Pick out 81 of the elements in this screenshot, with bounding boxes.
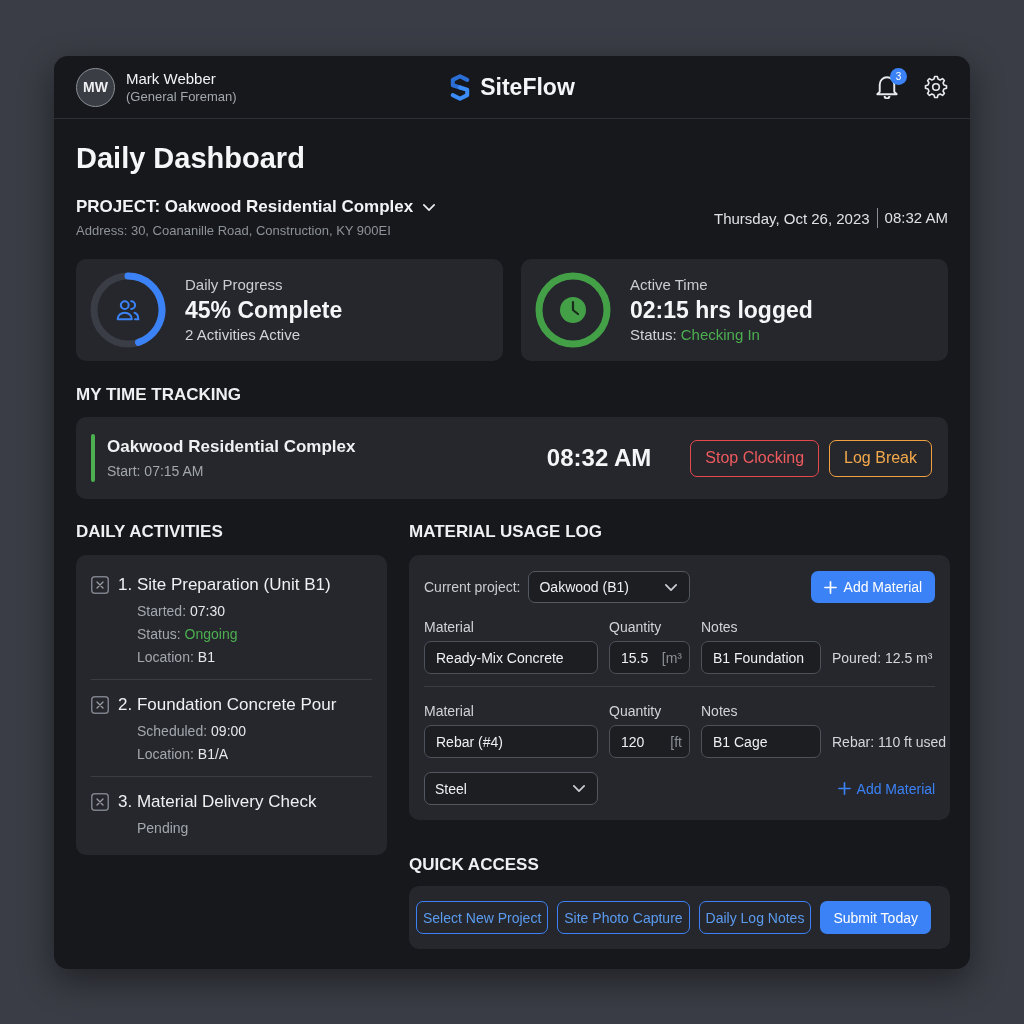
quick-access-button[interactable]: Select New Project <box>416 901 549 934</box>
notes-field[interactable]: B1 Foundation <box>701 641 821 674</box>
add-material-button[interactable]: Add Material <box>810 571 936 603</box>
page-title: Daily Dashboard <box>76 141 306 176</box>
quick-access-button[interactable]: Site Photo Capture <box>557 901 690 934</box>
unit-label: [ft <box>670 733 682 750</box>
quick-access-button[interactable]: Submit Today <box>820 901 931 934</box>
detail-label: Status: <box>137 626 181 642</box>
section-title: MY TIME TRACKING <box>76 384 242 406</box>
settings-icon[interactable] <box>924 75 948 99</box>
quantity-value: 120 <box>621 733 645 750</box>
stat-label: Active Time <box>630 275 709 295</box>
action-button[interactable]: Stop Clocking <box>690 439 820 477</box>
detail-value: 07:30 <box>190 603 226 619</box>
x-box-icon[interactable] <box>91 576 109 594</box>
category-select[interactable]: Steel <box>424 772 598 805</box>
quantity-field[interactable]: 15.5 [m³ <box>609 641 690 674</box>
unit-label: [m³ <box>661 649 682 666</box>
chevron-down-icon <box>665 583 678 591</box>
notification-badge: 3 <box>890 67 907 85</box>
quantity-value: 15.5 <box>621 649 649 666</box>
detail-value: B1 <box>197 649 215 665</box>
user-name: Mark Webber <box>126 69 217 88</box>
clock-time: 08:32 AM <box>546 444 652 472</box>
people-icon <box>115 298 141 322</box>
activity-title: 3. Material Delivery Check <box>118 791 317 813</box>
clock-ring-icon <box>535 272 611 348</box>
status-label: Status: <box>630 326 677 343</box>
plus-icon <box>823 580 837 594</box>
section-title: QUICK ACCESS <box>409 854 540 876</box>
column-label: Notes <box>701 618 739 636</box>
current-date: Thursday, Oct 26, 2023 <box>713 209 870 227</box>
stat-detail: 2 Activities Active <box>185 325 302 345</box>
stat-label: Daily Progress <box>185 275 284 295</box>
detail-value: Ongoing <box>184 626 238 642</box>
material-field[interactable]: Rebar (#4) <box>424 725 598 758</box>
status-value: Checking In <box>680 326 760 343</box>
stat-value: 02:15 hrs logged <box>630 296 813 325</box>
logo-icon <box>449 73 472 101</box>
project-address: Address: 30, Coananille Road, Construction, KY 900EI <box>76 222 392 240</box>
column-label: Quantity <box>609 618 663 636</box>
accent-bar <box>91 434 95 482</box>
usage-summary: Rebar: 110 ft used <box>832 733 947 750</box>
quantity-field[interactable]: 120 [ft <box>609 725 690 758</box>
material-field[interactable]: Ready-Mix Concrete <box>424 641 598 674</box>
chevron-down-icon <box>573 785 585 792</box>
section-title: DAILY ACTIVITIES <box>76 521 224 543</box>
project-name: Oakwood Residential Complex <box>107 435 357 458</box>
detail-value: 09:00 <box>211 723 247 739</box>
detail-value: Pending <box>137 820 189 836</box>
user-role: (General Foreman) <box>126 87 237 105</box>
detail-label: Started: <box>137 603 187 619</box>
stat-value: 45% Complete <box>185 296 343 325</box>
bell-icon[interactable] <box>876 75 898 99</box>
activity-title: 1. Site Preparation (Unit B1) <box>118 574 331 596</box>
action-button[interactable]: Log Break <box>829 439 932 477</box>
current-time: 08:32 AM <box>876 208 948 228</box>
detail-label: Scheduled: <box>137 723 208 739</box>
brand-name: SiteFlow <box>480 73 575 101</box>
column-label: Material <box>424 618 475 636</box>
chevron-down-icon <box>423 203 436 211</box>
plus-icon <box>837 782 851 795</box>
detail-label: Location: <box>137 649 194 665</box>
x-box-icon[interactable] <box>91 793 109 811</box>
usage-summary: Poured: 12.5 m³ <box>832 649 934 666</box>
detail-label: Location: <box>137 746 194 762</box>
add-material-link[interactable]: Add Material <box>837 780 936 797</box>
project-select[interactable]: Oakwood (B1) <box>528 571 691 603</box>
section-title: MATERIAL USAGE LOG <box>409 521 603 543</box>
notes-field[interactable]: B1 Cage <box>701 725 821 758</box>
quick-access-button[interactable]: Daily Log Notes <box>698 901 812 934</box>
column-label: Material <box>424 702 475 720</box>
project-selector[interactable]: PROJECT: Oakwood Residential Complex <box>76 196 436 218</box>
activity-title: 2. Foundation Concrete Pour <box>118 694 337 716</box>
column-label: Quantity <box>609 702 663 720</box>
column-label: Notes <box>701 702 739 720</box>
field-label: Current project: <box>424 579 521 595</box>
detail-value: B1/A <box>197 746 229 762</box>
user-avatar: MW <box>76 67 115 107</box>
start-time: Start: 07:15 AM <box>107 461 205 481</box>
x-box-icon[interactable] <box>91 696 109 714</box>
